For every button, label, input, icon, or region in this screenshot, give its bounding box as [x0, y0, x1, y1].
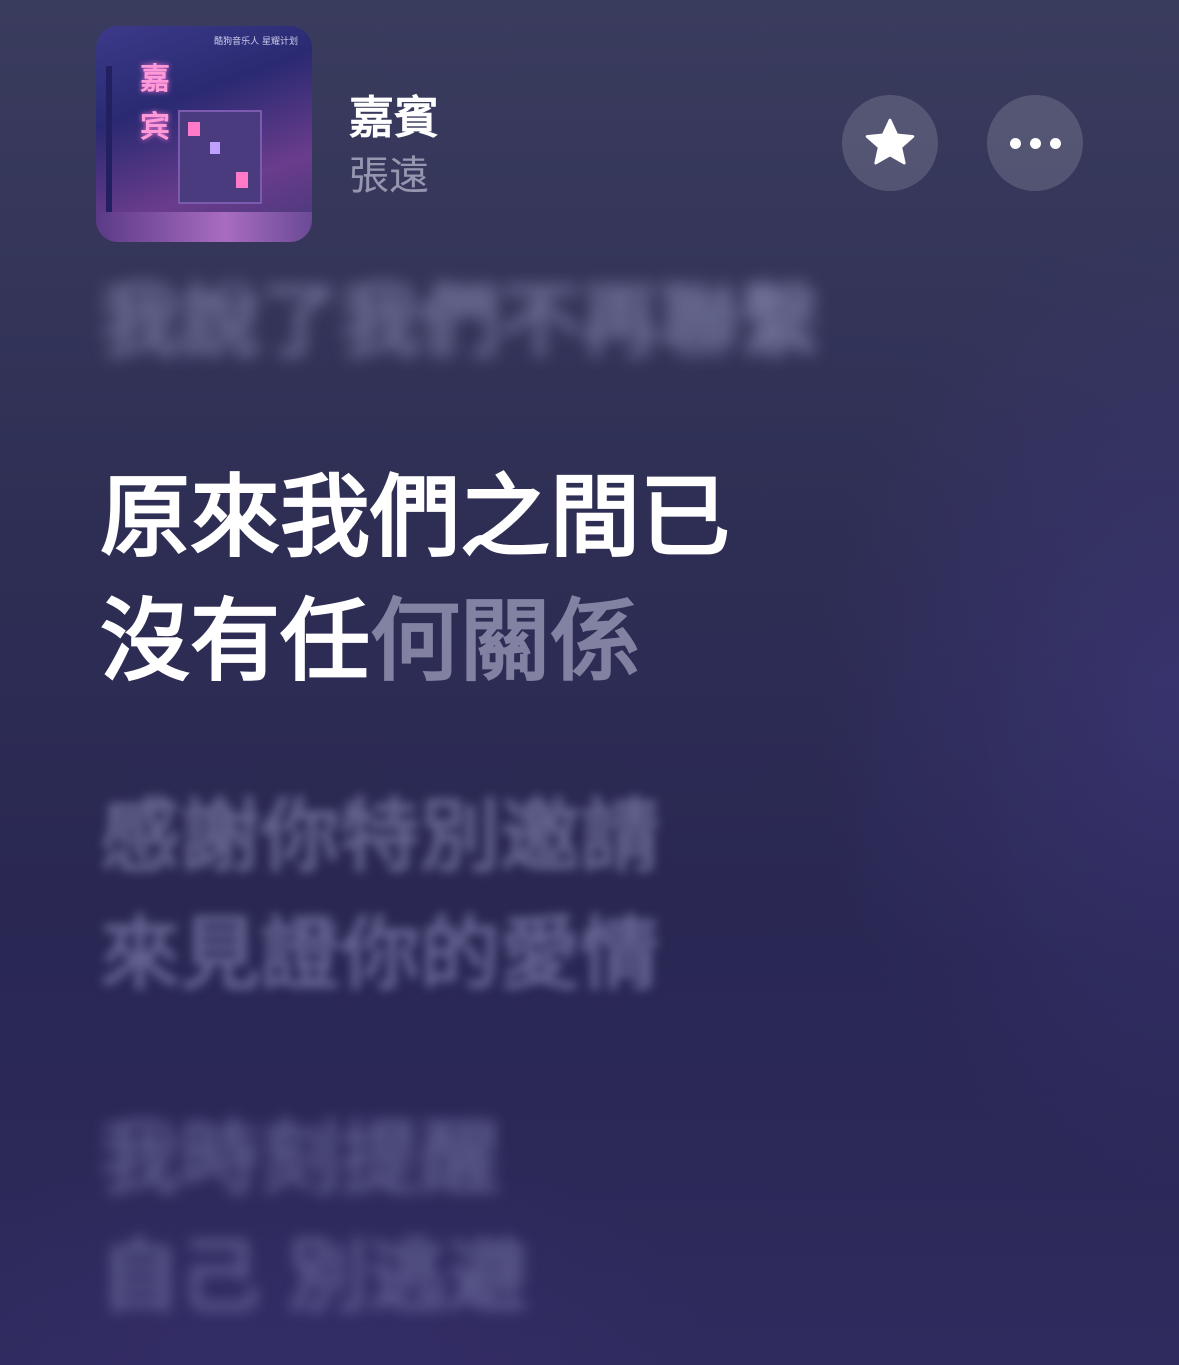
- artwork-credit: 酷狗音乐人 星耀计划: [214, 37, 298, 47]
- lyric-next-1-line2: 來見證你的愛情: [100, 908, 660, 1001]
- song-artist[interactable]: 張遠: [349, 148, 429, 204]
- artwork-pole: [106, 66, 112, 236]
- lyric-sung-part: 沒有任: [100, 589, 370, 694]
- song-title: 嘉賓: [349, 91, 440, 144]
- artwork-building: [178, 110, 262, 204]
- lyric-previous[interactable]: 我說了我們不再聯繫: [100, 272, 820, 372]
- lyric-current-line2: 沒有任何關係: [100, 580, 730, 704]
- ellipsis-icon: [1009, 137, 1061, 149]
- lyric-previous-text: 我說了我們不再聯繫: [100, 275, 820, 368]
- album-artwork[interactable]: 嘉宾 酷狗音乐人 星耀计划: [96, 26, 312, 242]
- star-icon: [865, 118, 915, 165]
- lyric-next-2[interactable]: 我時刻提醒 自己 別逃避: [100, 1100, 528, 1336]
- favorite-button[interactable]: [842, 95, 938, 191]
- lyric-current[interactable]: 原來我們之間已 沒有任何關係: [100, 456, 730, 704]
- more-options-button[interactable]: [987, 95, 1083, 191]
- artwork-street: [96, 212, 312, 242]
- lyric-next-1-line1: 感謝你特別邀請: [100, 790, 660, 883]
- artwork-title: 嘉宾: [140, 62, 170, 145]
- lyric-next-2-line2: 自己 別逃避: [100, 1230, 528, 1323]
- lyric-next-1[interactable]: 感謝你特別邀請 來見證你的愛情: [100, 778, 660, 1014]
- lyric-current-line1: 原來我們之間已: [100, 465, 730, 570]
- lyric-pending-part: 何關係: [370, 589, 640, 694]
- lyric-next-2-line1: 我時刻提醒: [100, 1112, 500, 1205]
